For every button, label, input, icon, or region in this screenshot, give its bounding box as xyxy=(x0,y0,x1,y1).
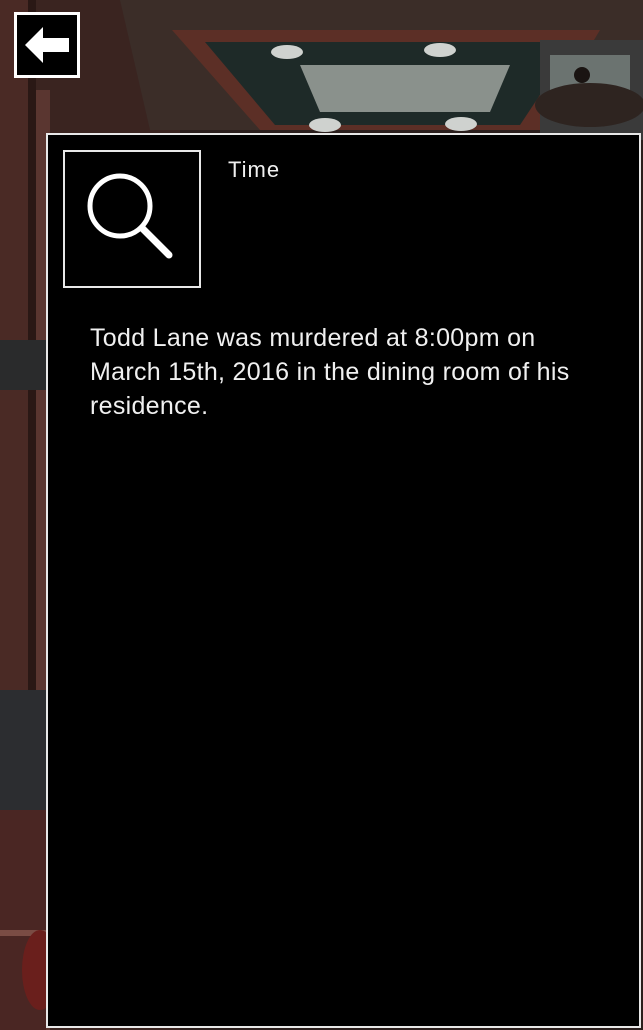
clue-icon-frame xyxy=(63,150,201,288)
magnifying-glass-icon xyxy=(87,173,173,259)
left-arrow-icon xyxy=(25,27,69,63)
clue-description: Todd Lane was murdered at 8:00pm on Marc… xyxy=(90,324,570,420)
clue-title: Time xyxy=(228,157,281,182)
clue-panel: Time Todd Lane was murdered at 8:00pm on… xyxy=(46,133,641,1028)
back-button[interactable] xyxy=(14,12,80,78)
